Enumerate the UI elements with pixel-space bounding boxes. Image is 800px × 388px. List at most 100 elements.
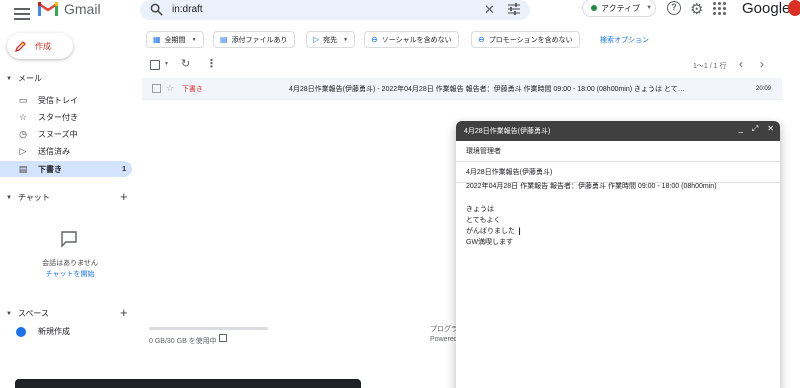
nav-item-starred[interactable]: ☆ スター付き — [0, 109, 132, 125]
star-icon: ☆ — [18, 111, 28, 122]
storage-text: 0 GB/30 GB を使用中 — [149, 338, 217, 345]
spaces-section-label: スペース — [17, 309, 49, 318]
google-logo[interactable]: Google — [742, 0, 790, 17]
inbox-icon: ▭ — [18, 94, 28, 105]
top-header: Gmail ✕ アクティブ ▼ ? ⚙ Google — [0, 0, 800, 30]
body-line: GW満喫します — [466, 239, 514, 246]
add-space-icon[interactable]: + — [120, 305, 128, 320]
refresh-icon[interactable]: ↻ — [181, 57, 190, 70]
globe-icon — [16, 326, 26, 337]
advanced-search-link[interactable]: 検索オプション — [600, 35, 649, 45]
gmail-m-icon — [38, 2, 58, 16]
nav-item-sent[interactable]: ▷ 送信済み — [0, 143, 132, 159]
nav-item-label: スター付き — [38, 112, 78, 122]
status-label: アクティブ — [601, 3, 641, 13]
chip-label: プロモーションを含めない — [488, 36, 573, 44]
body-line: きょうは — [466, 206, 494, 213]
search-input[interactable] — [172, 2, 452, 17]
search-options-icon[interactable] — [508, 3, 520, 15]
search-bar[interactable]: ✕ — [140, 0, 530, 20]
status-selector[interactable]: アクティブ ▼ — [582, 0, 656, 17]
compose-window-header[interactable]: 4月28日作業報告(伊藤勇斗) _ ⤢ ✕ — [456, 121, 780, 141]
search-icon[interactable] — [150, 3, 163, 16]
pagination-text: 1～1 / 1 行 — [693, 63, 727, 70]
select-menu-chevron-icon[interactable]: ▼ — [164, 61, 169, 67]
nav-item-label: 受信トレイ — [38, 95, 78, 105]
minus-circle-icon: ⊖ — [371, 35, 378, 44]
gmail-logo[interactable]: Gmail — [38, 1, 101, 17]
filter-chip-no-promotions[interactable]: ⊖ プロモーションを含めない — [471, 31, 580, 48]
mail-section-label: メール — [17, 74, 42, 83]
recipient-value: 環境管理者 — [466, 148, 501, 155]
next-page-icon[interactable]: › — [760, 57, 764, 71]
avatar[interactable] — [788, 0, 800, 16]
chat-bubble-icon — [61, 231, 77, 248]
nav-item-label: 送信済み — [38, 146, 70, 156]
status-dot-icon — [591, 5, 597, 11]
filter-chip-date[interactable]: ▦ 全期間 ▼ — [146, 31, 204, 48]
close-icon[interactable]: ✕ — [767, 124, 774, 134]
body-line: がんばりました — [466, 228, 515, 235]
chip-label: 添付ファイルあり — [231, 36, 288, 44]
footer-powered-text: Powered — [430, 336, 458, 343]
draft-icon: ▤ — [18, 163, 28, 174]
minimize-icon[interactable]: _ — [738, 124, 742, 134]
snooze-icon: ◷ — [19, 128, 27, 139]
minus-circle-icon: ⊖ — [478, 35, 485, 44]
subject-field[interactable]: 4月28日作業報告(伊藤勇斗) — [456, 162, 780, 183]
google-logo-text: Google — [742, 0, 791, 17]
subject-value: 4月28日作業報告(伊藤勇斗) — [466, 169, 553, 176]
chat-section-label: チャット — [17, 193, 50, 202]
attachment-icon: ▤ — [220, 35, 228, 44]
send-icon: ▷ — [313, 35, 320, 44]
start-chat-link[interactable]: チャットを開始 — [20, 269, 120, 279]
app-name: Gmail — [64, 1, 101, 17]
compose-window-title: 4月28日作業報告(伊藤勇斗) — [464, 128, 551, 135]
caret-down-icon: ▼ — [6, 310, 12, 317]
footer-program-text[interactable]: プログラ — [430, 324, 458, 334]
table-row[interactable]: ☆ 下書き 4月28日作業報告(伊藤勇斗) - 2022年04月28日 作業報告… — [142, 78, 782, 100]
bottom-dark-bar — [15, 379, 361, 388]
send-icon: ▷ — [19, 145, 27, 156]
row-subject: 4月28日作業報告(伊藤勇斗) - 2022年04月28日 作業報告 報告者：伊… — [289, 85, 685, 93]
row-checkbox[interactable] — [152, 84, 161, 93]
chip-label: ソーシャルを含めない — [381, 36, 452, 44]
star-icon[interactable]: ☆ — [166, 83, 174, 94]
text-cursor-icon: I — [518, 226, 522, 238]
caret-down-icon: ▼ — [6, 194, 12, 201]
nav-item-drafts[interactable]: ▤ 下書き 1 — [0, 161, 132, 177]
help-icon[interactable]: ? — [667, 1, 681, 15]
mail-section-header[interactable]: ▼ メール — [6, 73, 42, 84]
open-external-icon[interactable] — [219, 334, 227, 342]
nav-item-label: スヌーズ中 — [38, 129, 78, 139]
nav-item-inbox[interactable]: ▭ 受信トレイ — [0, 92, 132, 108]
add-chat-icon[interactable]: + — [120, 189, 128, 204]
filter-chip-no-social[interactable]: ⊖ ソーシャルを含めない — [364, 31, 459, 48]
compose-button[interactable]: 作成 — [7, 33, 73, 59]
prev-page-icon[interactable]: ‹ — [739, 57, 743, 71]
nav-item-label: 下書き — [38, 164, 62, 174]
body-summary-line: 2022年04月28日 作業報告 報告者：伊藤勇斗 作業時間 09:00 - 1… — [466, 183, 717, 190]
main-menu-icon[interactable] — [14, 5, 30, 21]
clear-search-icon[interactable]: ✕ — [484, 2, 495, 18]
recipients-field[interactable]: 環境管理者 — [456, 141, 780, 162]
apps-grid-icon[interactable] — [713, 2, 726, 15]
storage-bar — [149, 327, 268, 330]
expand-icon[interactable]: ⤢ — [752, 124, 758, 134]
more-vert-icon[interactable]: ⋮ — [206, 57, 217, 70]
spaces-section-header[interactable]: ▼ スペース — [6, 308, 49, 319]
gear-icon[interactable]: ⚙ — [690, 0, 703, 18]
chevron-down-icon: ▼ — [646, 5, 653, 11]
nav-item-snoozed[interactable]: ◷ スヌーズ中 — [0, 126, 132, 142]
new-space-item[interactable]: 新規作成 — [16, 326, 70, 337]
draft-count-badge: 1 — [122, 165, 126, 173]
caret-down-icon: ▼ — [6, 75, 12, 82]
body-line: とてもよく — [466, 217, 501, 224]
message-body[interactable]: 2022年04月28日 作業報告 報告者：伊藤勇斗 作業時間 09:00 - 1… — [466, 181, 717, 248]
chevron-down-icon: ▼ — [343, 36, 349, 43]
chat-section-header[interactable]: ▼ チャット — [6, 192, 50, 203]
compose-window: 4月28日作業報告(伊藤勇斗) _ ⤢ ✕ 環境管理者 4月28日作業報告(伊藤… — [456, 121, 780, 388]
filter-chip-attachment[interactable]: ▤ 添付ファイルあり — [213, 31, 295, 48]
select-all-checkbox[interactable] — [150, 60, 160, 70]
filter-chip-to[interactable]: ▷ 宛先 ▼ — [306, 31, 356, 48]
